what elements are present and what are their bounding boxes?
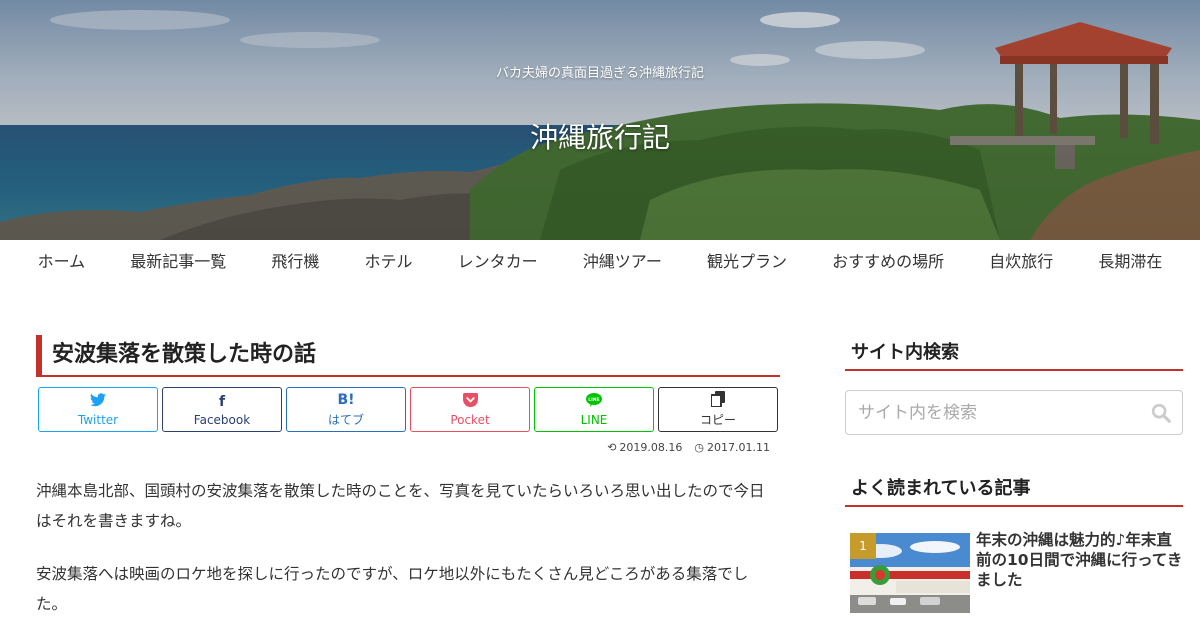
copy-icon xyxy=(710,391,725,409)
share-facebook-button[interactable]: f Facebook xyxy=(162,387,282,432)
share-twitter-label: Twitter xyxy=(77,412,119,427)
sidebar-popular-heading: よく読まれている記事 xyxy=(845,473,1183,507)
popular-post-thumbnail[interactable]: 1 xyxy=(850,533,970,613)
nav-item-airplane[interactable]: 飛行機 xyxy=(271,248,319,272)
updated-date: ⟲ 2019.08.16 xyxy=(607,441,683,454)
share-hatebu-button[interactable]: B! はてブ xyxy=(286,387,406,432)
nav-item-longstay[interactable]: 長期滞在 xyxy=(1098,248,1162,272)
nav-item-latest[interactable]: 最新記事一覧 xyxy=(130,248,226,272)
article-title: 安波集落を散策した時の話 xyxy=(36,335,780,377)
hatena-bookmark-icon: B! xyxy=(337,392,355,408)
nav-item-tour[interactable]: 沖縄ツアー xyxy=(583,248,662,272)
global-nav: ホーム 最新記事一覧 飛行機 ホテル レンタカー 沖縄ツアー 観光プラン おすす… xyxy=(0,240,1200,280)
nav-item-plan[interactable]: 観光プラン xyxy=(707,248,787,272)
share-pocket-button[interactable]: Pocket xyxy=(410,387,530,432)
rank-badge: 1 xyxy=(850,533,876,559)
clock-icon: ◷ xyxy=(694,441,705,454)
article-paragraph: 沖縄本島北部、国頭村の安波集落を散策した時のことを、写真を見ていたらいろいろ思い… xyxy=(36,482,765,530)
popular-post-title[interactable]: 年末の沖縄は魅力的♪年末直前の10日間で沖縄に行ってきました xyxy=(976,530,1186,590)
article-paragraph: 安波集落へは映画のロケ地を探しに行ったのですが、ロケ地以外にもたくさん見どころが… xyxy=(36,565,749,613)
site-title[interactable]: 沖縄旅行記 xyxy=(0,116,1200,156)
published-date: ◷ 2017.01.11 xyxy=(694,441,770,454)
share-pocket-label: Pocket xyxy=(450,412,490,427)
share-twitter-button[interactable]: Twitter xyxy=(38,387,158,432)
nav-item-selfcatering[interactable]: 自炊旅行 xyxy=(989,248,1053,272)
nav-item-hotel[interactable]: ホテル xyxy=(365,248,413,272)
share-copy-label: コピー xyxy=(699,413,736,427)
search-icon[interactable] xyxy=(1150,402,1172,424)
sidebar-search-heading: サイト内検索 xyxy=(845,337,1183,371)
facebook-f-icon: f xyxy=(218,393,226,410)
search-input[interactable] xyxy=(846,391,1136,434)
twitter-bird-icon xyxy=(90,392,106,411)
site-header: バカ夫婦の真面目過ぎる沖縄旅行記 沖縄旅行記 xyxy=(0,0,1200,240)
share-buttons: Twitter f Facebook B! はてブ Pocket LINE LI… xyxy=(38,387,778,432)
line-icon: LINE xyxy=(586,392,602,411)
nav-item-rentacar[interactable]: レンタカー xyxy=(458,248,538,272)
sidebar-search xyxy=(845,390,1183,435)
post-dates: ⟲ 2019.08.16 ◷ 2017.01.11 xyxy=(607,441,770,454)
site-tagline: バカ夫婦の真面目過ぎる沖縄旅行記 xyxy=(495,66,704,81)
popular-post-item[interactable]: 1 年末の沖縄は魅力的♪年末直前の10日間で沖縄に行ってきました xyxy=(850,530,1186,613)
share-line-button[interactable]: LINE LINE xyxy=(534,387,654,432)
refresh-icon: ⟲ xyxy=(607,441,617,454)
share-hatebu-label: はてブ xyxy=(327,413,364,427)
svg-text:LINE: LINE xyxy=(588,397,599,403)
share-copy-button[interactable]: コピー xyxy=(658,387,778,432)
pocket-icon xyxy=(462,392,478,411)
share-line-label: LINE xyxy=(580,412,608,427)
nav-item-recommended[interactable]: おすすめの場所 xyxy=(832,248,944,272)
share-facebook-label: Facebook xyxy=(193,412,251,427)
nav-item-home[interactable]: ホーム xyxy=(38,248,86,272)
